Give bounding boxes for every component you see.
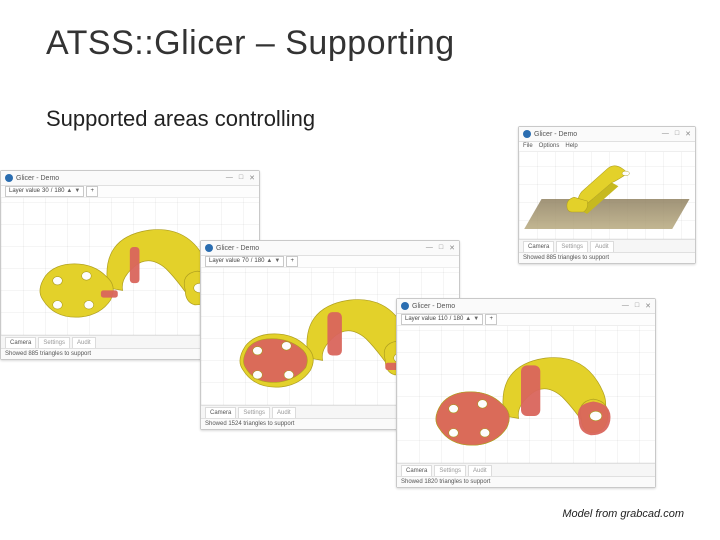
layer-max: 180 bbox=[54, 188, 64, 194]
layer-sep: / bbox=[450, 316, 452, 322]
layer-value-field[interactable]: Layer value 70 / 180 ▲ ▼ bbox=[205, 256, 284, 267]
menu-help[interactable]: Help bbox=[565, 143, 577, 149]
layer-toolbar: Layer value 70 / 180 ▲ ▼ + bbox=[201, 255, 459, 268]
layer-label: Layer value bbox=[9, 188, 40, 194]
stepper-up-icon[interactable]: ▲ bbox=[266, 258, 272, 264]
minimize-icon[interactable]: — bbox=[622, 302, 629, 310]
layer-toolbar: Layer value 30 / 180 ▲ ▼ + bbox=[1, 185, 259, 198]
stepper-up-icon[interactable]: ▲ bbox=[66, 188, 72, 194]
tab-settings[interactable]: Settings bbox=[38, 337, 70, 348]
page-subtitle: Supported areas controlling bbox=[46, 106, 315, 132]
status-bar: Showed 885 triangles to support bbox=[519, 252, 695, 263]
stepper-up-icon[interactable]: ▲ bbox=[465, 316, 471, 322]
titlebar: Glicer - Demo — □ ✕ bbox=[519, 127, 695, 142]
slide: ATSS::Glicer – Supporting Supported area… bbox=[0, 0, 720, 540]
app-window-c: Glicer - Demo — □ ✕ Layer value 110 / 18… bbox=[396, 298, 656, 488]
close-icon[interactable]: ✕ bbox=[685, 130, 691, 138]
tab-camera[interactable]: Camera bbox=[401, 465, 432, 476]
layer-value-field[interactable]: Layer value 110 / 180 ▲ ▼ bbox=[401, 314, 483, 325]
add-button[interactable]: + bbox=[86, 186, 98, 197]
maximize-icon[interactable]: □ bbox=[439, 244, 443, 252]
tab-camera[interactable]: Camera bbox=[205, 407, 236, 418]
tab-settings[interactable]: Settings bbox=[238, 407, 270, 418]
minimize-icon[interactable]: — bbox=[662, 130, 669, 138]
stepper-down-icon[interactable]: ▼ bbox=[473, 316, 479, 322]
layer-value-field[interactable]: Layer value 30 / 180 ▲ ▼ bbox=[5, 186, 84, 197]
tab-audit[interactable]: Audit bbox=[468, 465, 492, 476]
page-title: ATSS::Glicer – Supporting bbox=[46, 24, 455, 63]
maximize-icon[interactable]: □ bbox=[635, 302, 639, 310]
maximize-icon[interactable]: □ bbox=[239, 174, 243, 182]
tab-bar: Camera Settings Audit bbox=[397, 463, 655, 476]
layer-value: 110 bbox=[438, 316, 448, 322]
menu-options[interactable]: Options bbox=[539, 143, 560, 149]
window-title: Glicer - Demo bbox=[534, 131, 577, 138]
stepper-down-icon[interactable]: ▼ bbox=[74, 188, 80, 194]
close-icon[interactable]: ✕ bbox=[645, 302, 651, 310]
maximize-icon[interactable]: □ bbox=[675, 130, 679, 138]
layer-toolbar: Layer value 110 / 180 ▲ ▼ + bbox=[397, 313, 655, 326]
titlebar: Glicer - Demo — □ ✕ bbox=[201, 241, 459, 256]
model-viewport-svg bbox=[544, 155, 671, 219]
layer-sep: / bbox=[51, 188, 53, 194]
close-icon[interactable]: ✕ bbox=[249, 174, 255, 182]
menubar: File Options Help bbox=[519, 141, 695, 152]
layer-value: 70 bbox=[242, 258, 249, 264]
layer-sep: / bbox=[251, 258, 253, 264]
layer-label: Layer value bbox=[209, 258, 240, 264]
viewport[interactable] bbox=[519, 152, 695, 239]
minimize-icon[interactable]: — bbox=[226, 174, 233, 182]
tab-audit[interactable]: Audit bbox=[72, 337, 96, 348]
layer-max: 180 bbox=[254, 258, 264, 264]
tab-audit[interactable]: Audit bbox=[590, 241, 614, 252]
tab-settings[interactable]: Settings bbox=[434, 465, 466, 476]
layer-max: 180 bbox=[453, 316, 463, 322]
viewport[interactable] bbox=[397, 326, 655, 463]
app-icon bbox=[5, 174, 13, 182]
stepper-down-icon[interactable]: ▼ bbox=[274, 258, 280, 264]
menu-file[interactable]: File bbox=[523, 143, 533, 149]
close-icon[interactable]: ✕ bbox=[449, 244, 455, 252]
minimize-icon[interactable]: — bbox=[426, 244, 433, 252]
tab-camera[interactable]: Camera bbox=[523, 241, 554, 252]
titlebar: Glicer - Demo — □ ✕ bbox=[1, 171, 259, 186]
layer-label: Layer value bbox=[405, 316, 436, 322]
tab-camera[interactable]: Camera bbox=[5, 337, 36, 348]
tab-settings[interactable]: Settings bbox=[556, 241, 588, 252]
status-bar: Showed 1820 triangles to support bbox=[397, 476, 655, 487]
add-button[interactable]: + bbox=[485, 314, 497, 325]
app-icon bbox=[523, 130, 531, 138]
app-window-d: Glicer - Demo — □ ✕ File Options Help bbox=[518, 126, 696, 264]
app-icon bbox=[205, 244, 213, 252]
tab-audit[interactable]: Audit bbox=[272, 407, 296, 418]
layer-value: 30 bbox=[42, 188, 49, 194]
window-title: Glicer - Demo bbox=[16, 175, 59, 182]
model-viewport-svg bbox=[402, 334, 650, 455]
window-title: Glicer - Demo bbox=[412, 303, 455, 310]
titlebar: Glicer - Demo — □ ✕ bbox=[397, 299, 655, 314]
model-credit: Model from grabcad.com bbox=[562, 508, 684, 520]
window-title: Glicer - Demo bbox=[216, 245, 259, 252]
tab-bar: Camera Settings Audit bbox=[519, 239, 695, 252]
add-button[interactable]: + bbox=[286, 256, 298, 267]
app-icon bbox=[401, 302, 409, 310]
